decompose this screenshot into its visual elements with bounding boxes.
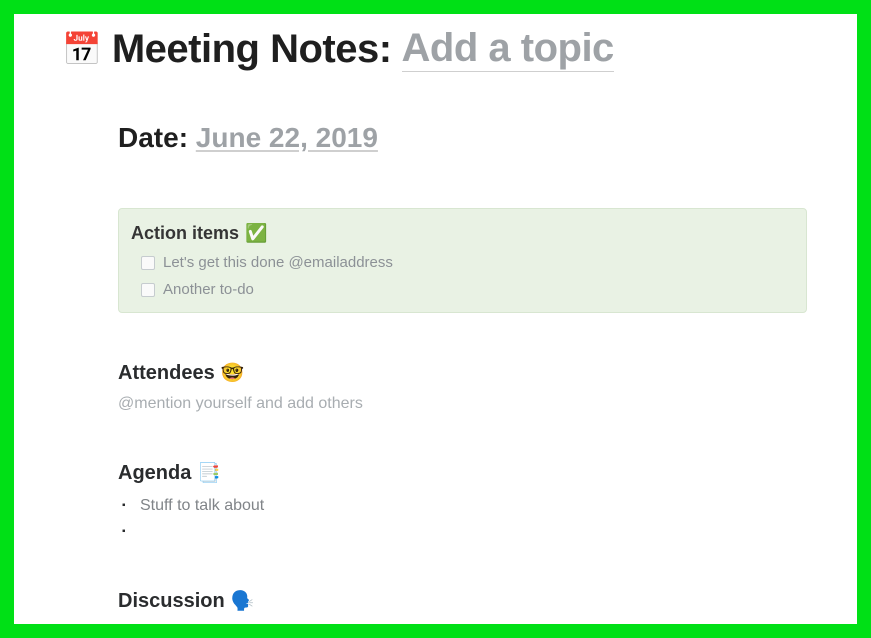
todo-item[interactable]: Let's get this done @emailaddress — [141, 254, 792, 271]
discussion-heading-text: Discussion — [118, 590, 225, 613]
calendar-icon: 📅 — [62, 33, 102, 65]
attendees-section: Attendees 🤓 @mention yourself and add ot… — [118, 361, 807, 413]
discussion-heading: Discussion 🗣️ — [118, 589, 807, 613]
page-title-placeholder[interactable]: Add a topic — [402, 26, 614, 72]
todo-text[interactable]: Let's get this done @emailaddress — [163, 254, 393, 271]
todo-text[interactable]: Another to-do — [163, 281, 254, 298]
attendees-heading: Attendees 🤓 — [118, 361, 807, 385]
checkbox[interactable] — [141, 256, 155, 270]
list-item[interactable] — [140, 523, 807, 541]
page-title-label: Meeting Notes: — [112, 27, 392, 72]
attendees-heading-text: Attendees — [118, 362, 215, 385]
action-items-heading: Action items ✅ — [131, 223, 792, 244]
speaking-icon: 🗣️ — [231, 589, 255, 613]
page-title-row: 📅 Meeting Notes: Add a topic — [62, 26, 817, 72]
document-frame: 📅 Meeting Notes: Add a topic Date: June … — [0, 0, 871, 638]
todo-item[interactable]: Another to-do — [141, 281, 792, 298]
checkbox[interactable] — [141, 283, 155, 297]
agenda-section: Agenda 📑 Stuff to talk about — [118, 461, 807, 541]
agenda-heading-text: Agenda — [118, 462, 191, 485]
list-item[interactable]: Stuff to talk about — [140, 497, 807, 515]
check-icon: ✅ — [245, 223, 267, 244]
agenda-list: Stuff to talk about — [118, 497, 807, 541]
action-items-heading-text: Action items — [131, 223, 239, 244]
date-label: Date: — [118, 122, 188, 153]
discussion-section: Discussion 🗣️ — [118, 589, 807, 613]
todo-list: Let's get this done @emailaddress Anothe… — [131, 254, 792, 298]
notes-icon: 📑 — [197, 461, 221, 485]
nerd-icon: 🤓 — [221, 361, 245, 385]
attendees-placeholder[interactable]: @mention yourself and add others — [118, 395, 807, 413]
agenda-heading: Agenda 📑 — [118, 461, 807, 485]
content-area: Date: June 22, 2019 Action items ✅ Let's… — [62, 122, 817, 613]
date-value[interactable]: June 22, 2019 — [196, 122, 378, 153]
action-items-callout: Action items ✅ Let's get this done @emai… — [118, 208, 807, 313]
date-row: Date: June 22, 2019 — [118, 122, 807, 154]
